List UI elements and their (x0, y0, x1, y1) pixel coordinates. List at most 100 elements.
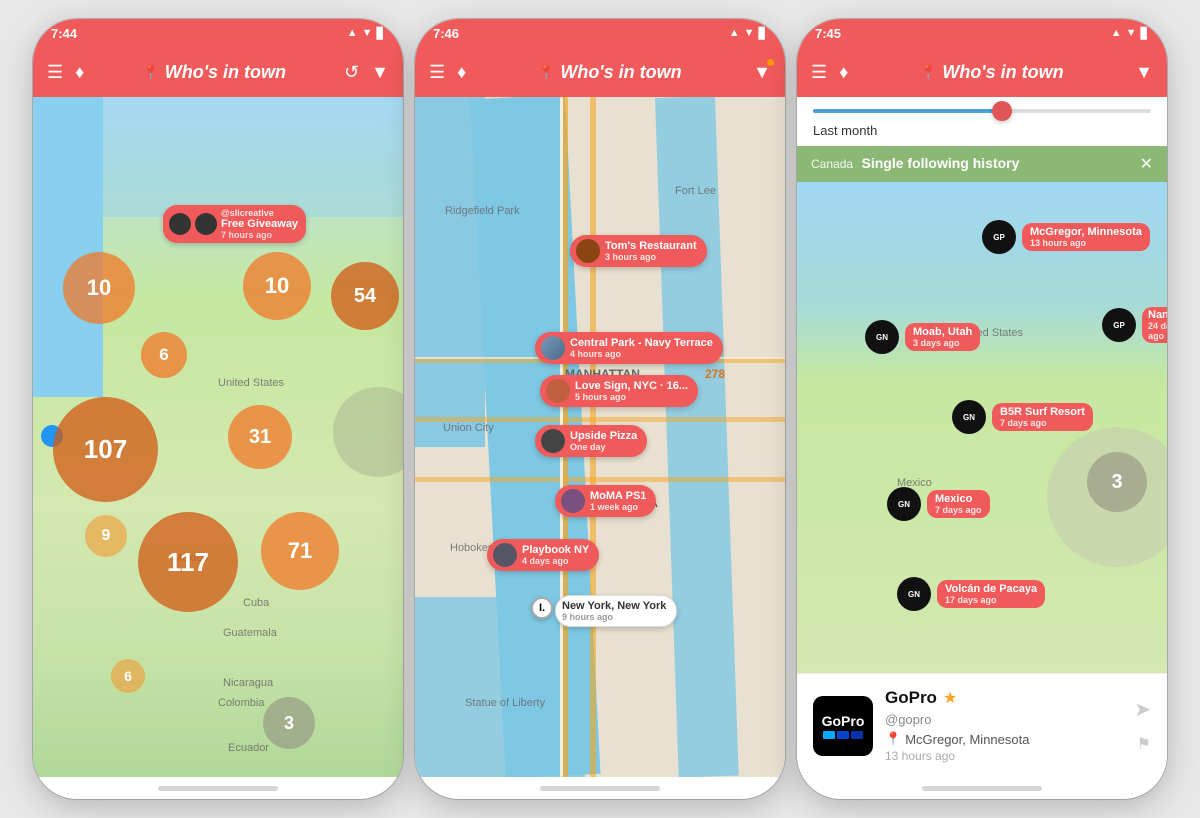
nav-right-2: ▼ (753, 62, 771, 83)
hist-pin-moab[interactable]: GN Moab, Utah 3 days ago (865, 320, 980, 354)
battery-icon-1: ▊ (377, 27, 385, 40)
bubble-3-p1: 3 (263, 697, 315, 749)
bubble-31: 31 (228, 405, 292, 469)
card-location-text: McGregor, Minnesota (905, 732, 1029, 747)
app-title-2: Who's in town (560, 62, 681, 83)
nav-right-3: ▼ (1135, 62, 1153, 83)
bubble-6-top: 6 (141, 332, 187, 378)
nav-title-3: 📍 Who's in town (920, 62, 1064, 83)
hist-avatar-nanti: GP (1102, 308, 1136, 342)
status-time-1: 7:44 (51, 26, 77, 41)
nav-bar-2: ☰ ♦ 📍 Who's in town ▼ (415, 47, 785, 97)
profile-icon-3[interactable]: ♦ (839, 62, 848, 83)
phone-3: 7:45 ▲ ▼ ▊ ☰ ♦ 📍 Who's in town ▼ Last mo… (797, 19, 1167, 799)
nav-left-3: ☰ ♦ (811, 62, 848, 83)
pin-avatar-pizza (541, 429, 565, 453)
nyc-pin-central[interactable]: Central Park - Navy Terrace 4 hours ago (535, 332, 723, 364)
profile-icon-1[interactable]: ♦ (75, 62, 84, 83)
home-indicator-1 (33, 777, 403, 799)
status-bar-3: 7:45 ▲ ▼ ▊ (797, 19, 1167, 47)
card-time: 13 hours ago (885, 749, 1122, 763)
pin-time-pizza: One day (570, 442, 637, 452)
bubble-9: 9 (85, 515, 127, 557)
slider-thumb[interactable] (992, 101, 1012, 121)
filter-icon-1[interactable]: ▼ (371, 62, 389, 83)
menu-icon-1[interactable]: ☰ (47, 62, 63, 83)
nav-bar-3: ☰ ♦ 📍 Who's in town ▼ (797, 47, 1167, 97)
nav-title-1: 📍 Who's in town (142, 62, 286, 83)
menu-icon-2[interactable]: ☰ (429, 62, 445, 83)
card-handle-row: @gopro (885, 712, 1122, 727)
card-star-icon: ★ (943, 688, 957, 708)
pin-avatar-toms (576, 239, 600, 263)
map-1[interactable]: United States Mexico Guatemala Nicaragua… (33, 97, 403, 777)
location-pin-icon: 📍 (885, 731, 901, 747)
hist-pin-mexico[interactable]: GN Mexico 7 days ago (887, 487, 990, 521)
home-bar-2 (540, 786, 660, 791)
wifi-icon-2: ▼ (744, 27, 755, 39)
map-2[interactable]: MANHATTAN Union City Hoboken Statue of L… (415, 97, 785, 777)
battery-icon-3: ▊ (1141, 27, 1149, 40)
app-title-1: Who's in town (165, 62, 286, 83)
send-icon[interactable]: ➤ (1134, 697, 1151, 722)
hist-count-3: 3 (1087, 452, 1147, 512)
label-ecuador: Ecuador (228, 742, 269, 754)
nyc-pin-ny[interactable]: New York, New York 9 hours ago (555, 595, 677, 627)
bubble-117: 117 (138, 512, 238, 612)
hist-pin-mcgregor[interactable]: GP McGregor, Minnesota 13 hours ago (982, 220, 1150, 254)
phone-2: 7:46 ▲ ▼ ▊ ☰ ♦ 📍 Who's in town ▼ (415, 19, 785, 799)
banner-close[interactable]: ✕ (1140, 154, 1153, 174)
nyc-dot-ny[interactable]: I. (531, 597, 553, 619)
home-indicator-2 (415, 777, 785, 799)
hist-pin-volcan[interactable]: GN Volcán de Pacaya 17 days ago (897, 577, 1045, 611)
wifi-icon-1: ▼ (362, 27, 373, 39)
signal-icon-3: ▲ (1111, 27, 1122, 39)
label-us: United States (218, 377, 284, 389)
refresh-icon-1[interactable]: ↺ (344, 62, 359, 83)
nav-left-2: ☰ ♦ (429, 62, 466, 83)
pin-time-1: 7 hours ago (221, 230, 298, 240)
pin-name-central: Central Park - Navy Terrace (570, 337, 713, 349)
card-logo: GoPro (813, 696, 873, 756)
flag-icon[interactable]: ⚑ (1137, 734, 1151, 754)
pin-name-pizza: Upside Pizza (570, 430, 637, 442)
nyc-pin-moma[interactable]: MoMA PS1 1 week ago (555, 485, 656, 517)
hist-avatar-volcan: GN (897, 577, 931, 611)
hist-avatar-surf: GN (952, 400, 986, 434)
status-icons-1: ▲ ▼ ▊ (347, 27, 385, 40)
pin-time-ny: 9 hours ago (562, 612, 666, 622)
hist-pin-nanti[interactable]: GP Nanti... 24 days ago (1102, 307, 1167, 343)
status-time-2: 7:46 (433, 26, 459, 41)
nyc-pin-pizza[interactable]: Upside Pizza One day (535, 425, 647, 457)
menu-icon-3[interactable]: ☰ (811, 62, 827, 83)
hist-pin-surf[interactable]: GN B5R Surf Resort 7 days ago (952, 400, 1093, 434)
card-info: GoPro ★ @gopro 📍 McGregor, Minnesota 13 … (885, 688, 1122, 763)
nyc-pin-toms[interactable]: Tom's Restaurant 3 hours ago (570, 235, 707, 267)
hist-avatar-mcgregor: GP (982, 220, 1016, 254)
pin-time-love: 5 hours ago (575, 392, 688, 402)
nyc-pin-playbook[interactable]: Playbook NY 4 days ago (487, 539, 599, 571)
bubble-10-center: 10 (243, 252, 311, 320)
pin-time-moma: 1 week ago (590, 502, 646, 512)
nyc-pin-love[interactable]: Love Sign, NYC · 16... 5 hours ago (540, 375, 698, 407)
nav-left-1: ☰ ♦ (47, 62, 84, 83)
home-bar-3 (922, 786, 1042, 791)
history-map[interactable]: United States Mexico 3 GP McGregor, Minn… (797, 182, 1167, 673)
usa-map: United States Mexico Guatemala Nicaragua… (33, 97, 403, 777)
pin-badge-1[interactable]: @slicreative Free Giveaway 7 hours ago (163, 205, 306, 243)
bubble-10-left: 10 (63, 252, 135, 324)
bubble-54: 54 (331, 262, 399, 330)
pin-avatar-moma (561, 489, 585, 513)
pin-time-central: 4 hours ago (570, 349, 713, 359)
slider-track[interactable] (813, 109, 1151, 113)
filter-icon-2[interactable]: ▼ (753, 62, 771, 83)
history-card: GoPro GoPro ★ @gopro 📍 McGregor, Minneso… (797, 673, 1167, 777)
hist-avatar-mexico: GN (887, 487, 921, 521)
label-colombia: Colombia (218, 697, 264, 709)
profile-icon-2[interactable]: ♦ (457, 62, 466, 83)
signal-icon-1: ▲ (347, 27, 358, 39)
filter-icon-3[interactable]: ▼ (1135, 62, 1153, 83)
banner-title: Single following history (862, 155, 1020, 171)
pin-name-1: Free Giveaway (221, 218, 298, 230)
bubble-107: 107 (53, 397, 158, 502)
